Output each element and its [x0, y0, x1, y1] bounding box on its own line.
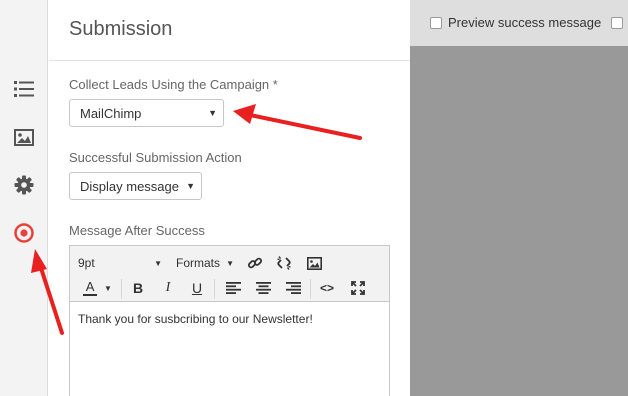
- gear-icon: [14, 175, 34, 195]
- underline-icon: U: [191, 280, 203, 296]
- success-action-select[interactable]: Display message ▼: [69, 172, 202, 200]
- formats-label: Formats: [176, 256, 221, 270]
- text-color-glyph: A: [85, 279, 95, 294]
- sidebar-item-submission[interactable]: [12, 221, 36, 245]
- preview-option-checkbox[interactable]: [611, 17, 623, 29]
- sidebar-item-settings[interactable]: [12, 173, 36, 197]
- chevron-down-icon: ▼: [104, 283, 112, 293]
- preview-toolbar: Preview success message: [410, 0, 628, 46]
- code-icon: <>: [319, 281, 334, 295]
- align-right-icon: [285, 282, 301, 294]
- sidebar-item-fields[interactable]: [12, 77, 36, 101]
- chevron-down-icon: ▼: [208, 108, 217, 118]
- formats-menu[interactable]: Formats ▼: [176, 252, 234, 274]
- preview-success-label: Preview success message: [448, 15, 602, 30]
- icon-sidebar: [0, 0, 48, 396]
- italic-button[interactable]: I: [157, 277, 179, 299]
- preview-success-checkbox[interactable]: [430, 17, 442, 29]
- underline-button[interactable]: U: [186, 277, 208, 299]
- font-size-value: 9pt: [78, 256, 95, 270]
- page-title: Submission: [69, 18, 173, 40]
- color-swatch: [83, 294, 98, 296]
- align-left-button[interactable]: [222, 277, 244, 299]
- bold-icon: B: [132, 280, 144, 296]
- text-color-button[interactable]: A ▼: [78, 277, 116, 299]
- align-right-button[interactable]: [282, 277, 304, 299]
- success-action-label: Successful Submission Action: [69, 150, 242, 165]
- editor-toolbar: 9pt ▼ Formats ▼ A ▼ B I U <>: [70, 246, 389, 302]
- remove-link-button[interactable]: [273, 252, 295, 274]
- lead-campaign-select[interactable]: MailChimp ▼: [69, 99, 224, 127]
- unlink-icon: [277, 256, 291, 270]
- chevron-down-icon: ▼: [226, 258, 234, 268]
- rich-text-editor: 9pt ▼ Formats ▼ A ▼ B I U <> Thank you f…: [69, 245, 390, 396]
- link-icon: [247, 257, 263, 269]
- toolbar-divider: [121, 279, 122, 299]
- image-icon: [14, 128, 34, 146]
- target-icon: [14, 223, 34, 243]
- align-left-icon: [225, 282, 241, 294]
- source-code-button[interactable]: <>: [316, 277, 338, 299]
- align-center-button[interactable]: [252, 277, 274, 299]
- fullscreen-icon: [351, 281, 365, 295]
- font-size-select[interactable]: 9pt ▼: [78, 252, 162, 274]
- insert-image-button[interactable]: [303, 252, 325, 274]
- editor-content[interactable]: Thank you for susbcribing to our Newslet…: [78, 312, 313, 326]
- insert-link-button[interactable]: [244, 252, 266, 274]
- lead-campaign-label: Collect Leads Using the Campaign *: [69, 77, 278, 92]
- lead-campaign-value: MailChimp: [80, 105, 142, 121]
- chevron-down-icon: ▼: [186, 181, 195, 191]
- preview-area: Preview success message: [410, 0, 628, 396]
- italic-icon: I: [165, 280, 171, 295]
- align-center-icon: [255, 282, 271, 294]
- sidebar-item-design[interactable]: [12, 125, 36, 149]
- toolbar-divider: [214, 279, 215, 299]
- chevron-down-icon: ▼: [154, 258, 162, 268]
- bold-button[interactable]: B: [127, 277, 149, 299]
- title-divider: [49, 60, 410, 61]
- toolbar-divider: [310, 279, 311, 299]
- list-icon: [14, 81, 34, 97]
- submission-panel: Submission Collect Leads Using the Campa…: [49, 0, 410, 396]
- text-color-icon: A: [82, 280, 98, 296]
- image-icon: [306, 256, 322, 270]
- fullscreen-button[interactable]: [347, 277, 369, 299]
- message-label: Message After Success: [69, 223, 205, 238]
- success-action-value: Display message: [80, 178, 179, 194]
